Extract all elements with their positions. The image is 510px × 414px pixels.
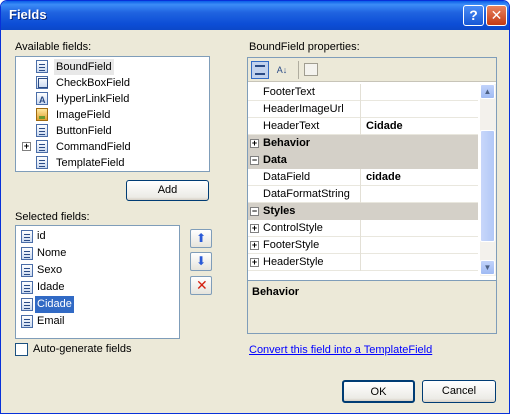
delete-icon: ✕ [196, 277, 208, 293]
grid-row-controlstyle[interactable]: + ControlStyle [248, 220, 478, 237]
autogen-checkbox[interactable] [15, 343, 28, 356]
tree-item-label: BoundField [54, 59, 114, 75]
move-up-button[interactable]: ⬆ [190, 229, 212, 248]
grid-row-footerstyle[interactable]: + FooterStyle [248, 237, 478, 254]
grid-row-dataformatstring[interactable]: DataFormatString [248, 186, 478, 203]
button-field-icon [36, 124, 48, 137]
sort-alpha-icon: A↓ [276, 65, 288, 75]
properties-label: BoundField properties: [249, 41, 360, 53]
expand-icon[interactable]: + [22, 142, 31, 151]
hyperlink-field-icon [36, 92, 48, 108]
tree-item-label: CheckBoxField [56, 77, 130, 89]
boundfield-icon [21, 298, 33, 311]
grid-row-footertext[interactable]: FooterText [248, 84, 478, 101]
selected-fields-list[interactable]: id Nome Sexo Idade Cidade Email [15, 225, 180, 339]
title-bar[interactable]: Fields ? ✕ [1, 1, 509, 30]
tree-item-label: ImageField [56, 109, 111, 121]
grid-category-behavior[interactable]: + Behavior [248, 135, 478, 152]
property-scrollbar[interactable]: ▲ ▼ [480, 84, 496, 276]
arrow-down-icon: ⬇ [196, 254, 207, 268]
selected-fields-label: Selected fields: [15, 211, 90, 223]
boundfield-icon [21, 315, 33, 328]
grid-category-styles[interactable]: − Styles [248, 203, 478, 220]
tree-item-label: ButtonField [56, 125, 112, 137]
image-field-icon [36, 108, 48, 121]
close-button[interactable]: ✕ [486, 5, 507, 26]
arrow-up-icon: ⬆ [196, 231, 207, 245]
tree-item-label: HyperLinkField [56, 93, 130, 105]
help-button[interactable]: ? [463, 5, 484, 26]
property-pages-icon[interactable] [304, 63, 318, 76]
boundfield-icon [21, 230, 33, 243]
grid-divider [360, 84, 361, 101]
grid-row-headerimageurl[interactable]: HeaderImageUrl [248, 101, 478, 118]
toolbar-divider [298, 61, 299, 79]
scroll-down-icon[interactable]: ▼ [480, 260, 495, 275]
available-fields-tree[interactable]: BoundField CheckBoxField HyperLinkField … [15, 56, 210, 172]
grid-divider [360, 101, 361, 118]
property-toolbar: A↓ [248, 58, 496, 82]
grid-divider [360, 186, 361, 203]
scroll-up-icon[interactable]: ▲ [480, 84, 495, 99]
command-field-icon [36, 140, 48, 153]
convert-to-templatefield-link[interactable]: Convert this field into a TemplateField [249, 344, 432, 356]
expand-icon[interactable]: + [250, 139, 259, 148]
grid-divider [360, 220, 361, 237]
tree-item-label: CommandField [56, 141, 131, 153]
autogen-label: Auto-generate fields [33, 343, 132, 355]
available-fields-label: Available fields: [15, 41, 92, 53]
checkbox-field-icon [36, 76, 48, 89]
boundfield-icon [21, 247, 33, 260]
grid-row-headerstyle[interactable]: + HeaderStyle [248, 254, 478, 271]
property-grid-body: FooterText HeaderImageUrl HeaderText Cid… [248, 84, 480, 276]
alphabetical-button[interactable]: A↓ [272, 61, 292, 79]
boundfield-icon [21, 264, 33, 277]
template-field-icon [36, 156, 48, 169]
description-pane: Behavior [247, 280, 497, 334]
grid-divider [360, 118, 361, 135]
grid-divider [360, 254, 361, 271]
categorized-icon [255, 65, 265, 75]
ok-button[interactable]: OK [342, 380, 415, 403]
delete-field-button[interactable]: ✕ [190, 276, 212, 295]
boundfield-icon [36, 60, 48, 73]
grid-divider [360, 169, 361, 186]
add-button[interactable]: Add [126, 180, 209, 201]
expand-icon[interactable]: + [250, 241, 259, 250]
grid-row-headertext[interactable]: HeaderText Cidade [248, 118, 478, 135]
cancel-button[interactable]: Cancel [422, 380, 496, 403]
boundfield-icon [21, 281, 33, 294]
grid-category-data[interactable]: − Data [248, 152, 478, 169]
dialog-title: Fields [9, 7, 47, 22]
collapse-icon[interactable]: − [250, 156, 259, 165]
categorized-button[interactable] [251, 61, 269, 79]
grid-row-datafield[interactable]: DataField cidade [248, 169, 478, 186]
grid-divider [360, 237, 361, 254]
collapse-icon[interactable]: − [250, 207, 259, 216]
scroll-thumb[interactable] [480, 130, 495, 242]
expand-icon[interactable]: + [250, 258, 259, 267]
fields-dialog: Fields ? ✕ Available fields: BoundField … [0, 0, 510, 414]
expand-icon[interactable]: + [250, 224, 259, 233]
property-grid: A↓ FooterText HeaderImageUrl HeaderText … [247, 57, 497, 281]
tree-item-label: TemplateField [56, 157, 125, 169]
description-title: Behavior [252, 286, 300, 298]
move-down-button[interactable]: ⬇ [190, 252, 212, 271]
